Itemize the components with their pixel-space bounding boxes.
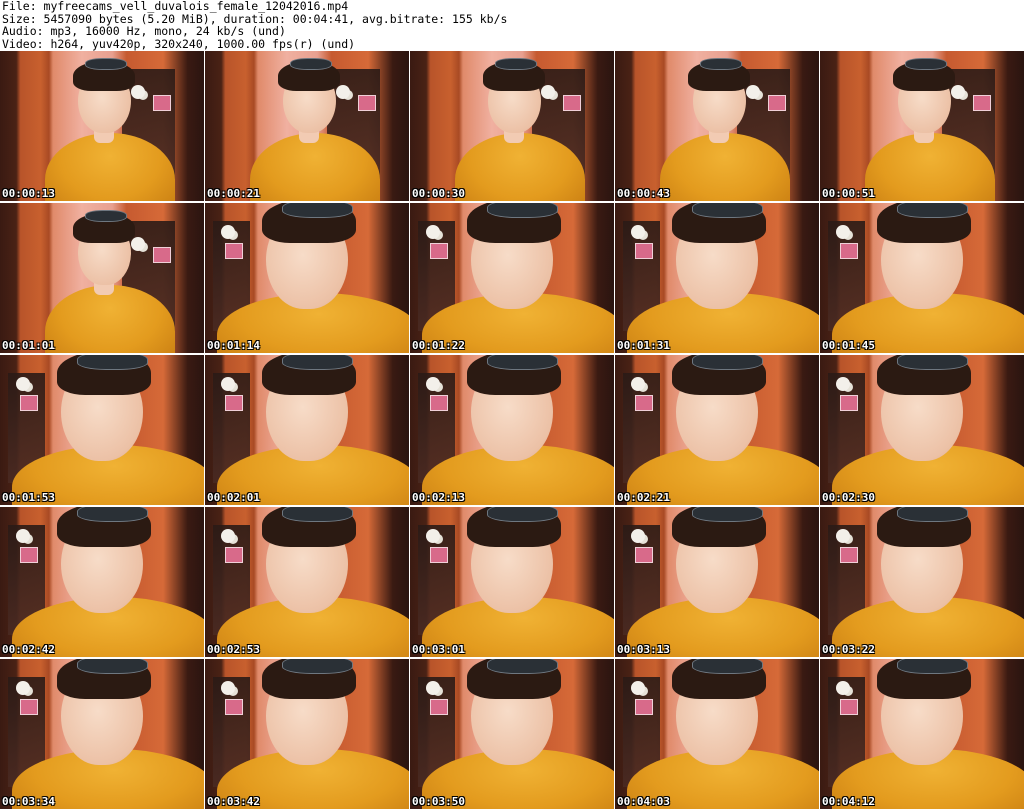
video-frame-thumbnail: 00:04:03	[615, 659, 819, 809]
frame-timestamp: 00:01:45	[822, 339, 875, 352]
webcam-frame-image	[410, 203, 614, 353]
video-frame-thumbnail: 00:01:45	[820, 203, 1024, 353]
webcam-frame-image	[0, 507, 204, 657]
webcam-frame-image	[820, 507, 1024, 657]
video-frame-thumbnail: 00:00:43	[615, 51, 819, 201]
video-frame-thumbnail: 00:02:01	[205, 355, 409, 505]
video-frame-thumbnail: 00:01:31	[615, 203, 819, 353]
webcam-frame-image	[0, 659, 204, 809]
video-frame-thumbnail: 00:02:30	[820, 355, 1024, 505]
webcam-frame-image	[205, 659, 409, 809]
video-frame-thumbnail: 00:02:13	[410, 355, 614, 505]
frame-timestamp: 00:01:14	[207, 339, 260, 352]
webcam-frame-image	[410, 51, 614, 201]
frame-timestamp: 00:01:53	[2, 491, 55, 504]
frame-timestamp: 00:02:53	[207, 643, 260, 656]
frame-timestamp: 00:02:01	[207, 491, 260, 504]
video-frame-thumbnail: 00:00:51	[820, 51, 1024, 201]
frame-timestamp: 00:03:42	[207, 795, 260, 808]
frame-timestamp: 00:04:12	[822, 795, 875, 808]
thumbnail-grid: 00:00:13 00:00:21 00:00:30 00:00:43 00:00:51…	[0, 51, 1024, 811]
frame-timestamp: 00:00:30	[412, 187, 465, 200]
file-info-header: File: myfreecams_vell_duvalois_female_12…	[2, 0, 1022, 50]
video-frame-thumbnail: 00:03:34	[0, 659, 204, 809]
webcam-frame-image	[820, 203, 1024, 353]
webcam-frame-image	[615, 507, 819, 657]
frame-timestamp: 00:02:30	[822, 491, 875, 504]
webcam-frame-image	[410, 355, 614, 505]
file-name-line: File: myfreecams_vell_duvalois_female_12…	[2, 0, 349, 13]
frame-timestamp: 00:04:03	[617, 795, 670, 808]
video-frame-thumbnail: 00:00:21	[205, 51, 409, 201]
video-frame-thumbnail: 00:03:01	[410, 507, 614, 657]
webcam-frame-image	[820, 355, 1024, 505]
video-frame-thumbnail: 00:00:13	[0, 51, 204, 201]
video-frame-thumbnail: 00:01:53	[0, 355, 204, 505]
video-frame-thumbnail: 00:03:50	[410, 659, 614, 809]
frame-timestamp: 00:03:22	[822, 643, 875, 656]
frame-timestamp: 00:00:51	[822, 187, 875, 200]
frame-timestamp: 00:02:42	[2, 643, 55, 656]
frame-timestamp: 00:03:01	[412, 643, 465, 656]
webcam-frame-image	[205, 51, 409, 201]
frame-timestamp: 00:01:22	[412, 339, 465, 352]
frame-timestamp: 00:00:13	[2, 187, 55, 200]
webcam-frame-image	[820, 51, 1024, 201]
video-frame-thumbnail: 00:01:01	[0, 203, 204, 353]
video-info-line: Video: h264, yuv420p, 320x240, 1000.00 f…	[2, 36, 356, 51]
video-frame-thumbnail: 00:00:30	[410, 51, 614, 201]
webcam-frame-image	[205, 203, 409, 353]
audio-info-line: Audio: mp3, 16000 Hz, mono, 24 kb/s (und…	[2, 24, 286, 38]
frame-timestamp: 00:02:21	[617, 491, 670, 504]
webcam-frame-image	[615, 203, 819, 353]
frame-timestamp: 00:00:21	[207, 187, 260, 200]
webcam-frame-image	[410, 507, 614, 657]
video-frame-thumbnail: 00:02:42	[0, 507, 204, 657]
frame-timestamp: 00:02:13	[412, 491, 465, 504]
webcam-frame-image	[820, 659, 1024, 809]
frame-timestamp: 00:00:43	[617, 187, 670, 200]
video-frame-thumbnail: 00:01:14	[205, 203, 409, 353]
frame-timestamp: 00:01:01	[2, 339, 55, 352]
video-frame-thumbnail: 00:03:42	[205, 659, 409, 809]
frame-timestamp: 00:03:50	[412, 795, 465, 808]
video-frame-thumbnail: 00:03:22	[820, 507, 1024, 657]
video-frame-thumbnail: 00:01:22	[410, 203, 614, 353]
webcam-frame-image	[0, 51, 204, 201]
webcam-frame-image	[205, 355, 409, 505]
webcam-frame-image	[410, 659, 614, 809]
frame-timestamp: 00:03:34	[2, 795, 55, 808]
webcam-frame-image	[0, 203, 204, 353]
webcam-frame-image	[205, 507, 409, 657]
webcam-frame-image	[615, 355, 819, 505]
webcam-frame-image	[615, 51, 819, 201]
frame-timestamp: 00:01:31	[617, 339, 670, 352]
frame-timestamp: 00:03:13	[617, 643, 670, 656]
video-frame-thumbnail: 00:02:53	[205, 507, 409, 657]
video-frame-thumbnail: 00:03:13	[615, 507, 819, 657]
webcam-frame-image	[0, 355, 204, 505]
webcam-frame-image	[615, 659, 819, 809]
video-frame-thumbnail: 00:04:12	[820, 659, 1024, 809]
video-frame-thumbnail: 00:02:21	[615, 355, 819, 505]
